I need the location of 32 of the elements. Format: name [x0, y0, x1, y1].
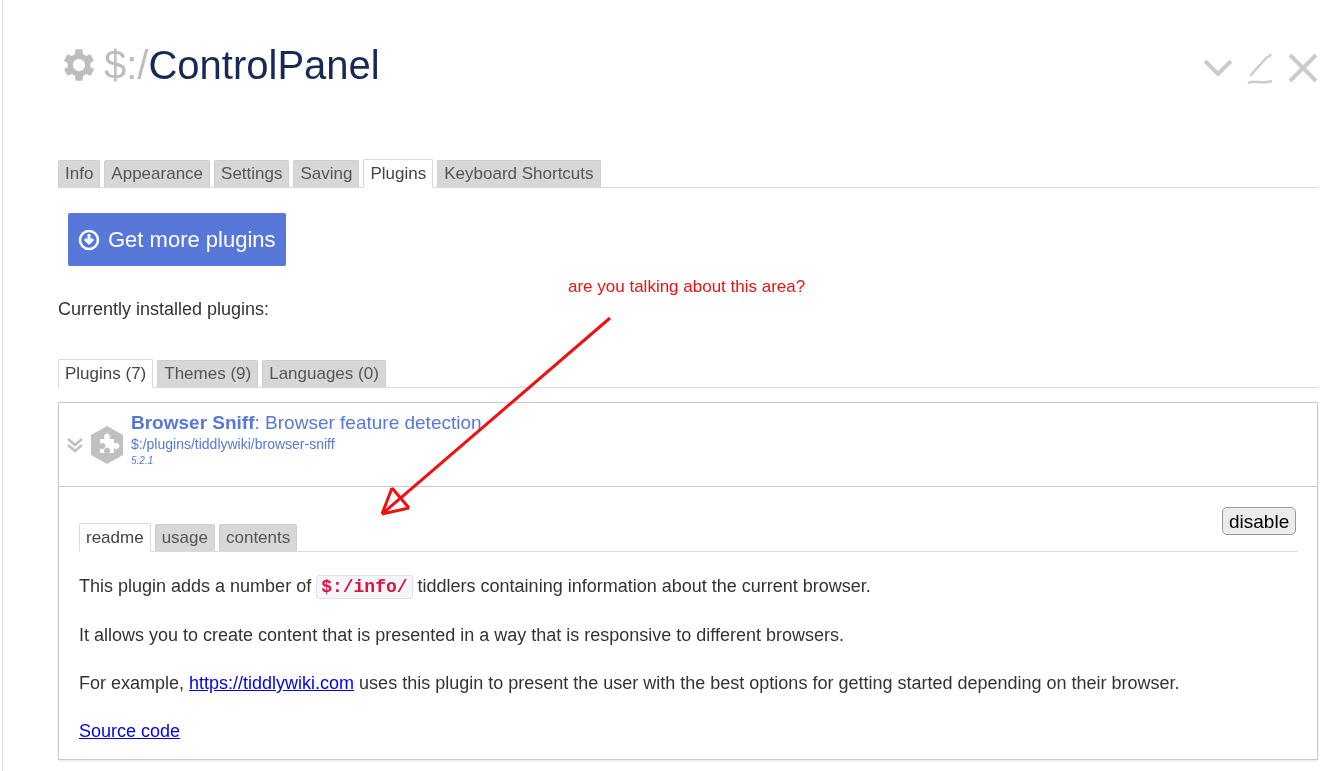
plugin-name[interactable]: Browser Sniff [131, 412, 255, 433]
page-title: ControlPanel [148, 43, 380, 87]
tab[interactable]: Plugins [363, 159, 434, 188]
tab[interactable]: Saving [293, 160, 360, 187]
disable-button[interactable]: disable [1222, 507, 1297, 535]
tab[interactable]: Languages (0) [262, 360, 386, 387]
download-icon [78, 228, 100, 251]
plugin-description: : Browser feature detection [254, 412, 482, 433]
paragraph: For example, https://tiddlywiki.com uses this plugin to present the user with the best options for getting started depending on their browser. [79, 672, 1181, 695]
annotation-text: are you talking about this area? [568, 276, 806, 298]
paragraph: It allows you to create content that is presented in a way that is responsive to different browsers. [79, 624, 846, 647]
title-prefix: $:/ [104, 43, 149, 87]
tab[interactable]: Info [58, 160, 101, 187]
plugin-path: $:/plugins/tiddlywiki/browser-sniff [131, 435, 336, 453]
tab[interactable]: Plugins (7) [58, 359, 154, 388]
close-icon[interactable] [1288, 53, 1318, 83]
plugin-version: 5.2.1 [131, 454, 155, 468]
tab[interactable]: Keyboard Shortcuts [437, 160, 601, 187]
chevron-down-icon[interactable] [1202, 58, 1234, 78]
tab[interactable]: Themes (9) [157, 360, 259, 387]
puzzle-icon [89, 424, 125, 465]
link[interactable]: Source code [79, 721, 181, 741]
tab[interactable]: Settings [214, 160, 290, 187]
paragraph: This plugin adds a number of $:/info/ tiddlers containing information about the current browser. [79, 574, 872, 601]
link[interactable]: https://tiddlywiki.com [189, 673, 355, 693]
get-more-plugins-button[interactable]: Get more plugins [68, 213, 286, 266]
tab[interactable]: contents [218, 524, 298, 551]
inline-code: $:/info/ [316, 575, 413, 599]
section-label: Currently installed plugins: [58, 298, 270, 321]
tab[interactable]: readme [79, 523, 151, 552]
tab[interactable]: usage [154, 524, 215, 551]
tab[interactable]: Appearance [104, 160, 211, 187]
